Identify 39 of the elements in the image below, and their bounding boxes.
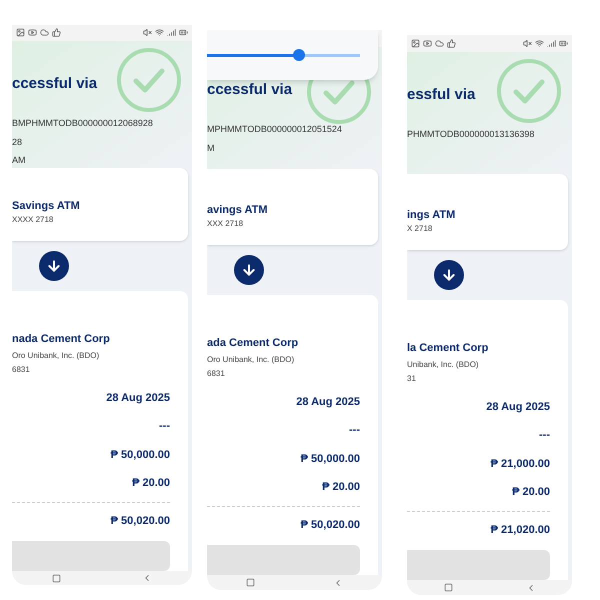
detail-value: ₱ 50,000.00 (300, 452, 360, 467)
source-name: Savings ATM (12, 198, 81, 214)
title: ccessful via (12, 74, 98, 94)
source-account: XXX 2718 (207, 218, 244, 230)
title: ccessful via (207, 80, 294, 100)
title: essful via (407, 84, 476, 105)
source-name: ings ATM (407, 208, 456, 223)
destination-name: nada Cement Corp (12, 332, 111, 348)
detail-value: ₱ 20.00 (322, 480, 360, 496)
detail-value: ₱ 20.00 (512, 485, 550, 500)
reference-number: PHMMTODB000000013136398 (407, 128, 536, 142)
detail-value: 28 Aug 2025 (486, 400, 550, 415)
destination-bank: Oro Unibank, Inc. (BDO) (12, 350, 100, 362)
detail-value: --- (539, 428, 550, 444)
reference-number: MPHMMTODB000000012051524 (207, 123, 343, 136)
detail-text: M (207, 142, 216, 155)
detail-value: 28 Aug 2025 (106, 390, 170, 406)
destination-bank: Unibank, Inc. (BDO) (407, 358, 480, 371)
destination-account: 6831 (207, 368, 226, 380)
detail-value: --- (349, 423, 360, 438)
detail-value: ₱ 20.00 (132, 476, 170, 492)
destination-account: 6831 (12, 364, 31, 376)
detail-text: 28 (12, 136, 24, 149)
total-amount: ₱ 50,020.00 (300, 518, 360, 533)
detail-text: AM (12, 154, 26, 168)
detail-value: --- (159, 419, 170, 434)
destination-account: 31 (407, 372, 417, 385)
detail-value: ₱ 50,000.00 (110, 448, 170, 463)
destination-name: la Cement Corp (407, 341, 490, 356)
detail-value: ₱ 21,000.00 (490, 456, 550, 472)
destination-name: ada Cement Corp (207, 336, 300, 352)
detail-value: 28 Aug 2025 (296, 394, 360, 410)
destination-bank: Oro Unibank, Inc. (BDO) (207, 354, 296, 366)
source-account: XXXX 2718 (12, 214, 54, 226)
source-account: X 2718 (407, 223, 434, 236)
reference-number: BMPHMMTODB000000012068928 (12, 117, 154, 130)
total-amount: ₱ 50,020.00 (110, 514, 170, 529)
total-amount: ₱ 21,020.00 (490, 522, 550, 538)
source-name: avings ATM (207, 202, 269, 218)
